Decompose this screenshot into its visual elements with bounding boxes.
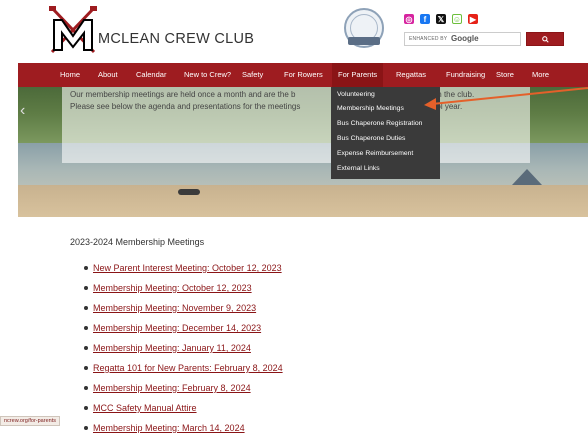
meeting-link[interactable]: Membership Meeting: March 14, 2024 [93,423,245,433]
meeting-link[interactable]: Membership Meeting: January 11, 2024 [93,343,251,353]
meeting-link[interactable]: Regatta 101 for New Parents: February 8,… [93,363,283,373]
list-item: New Parent Interest Meeting: October 12,… [84,258,283,278]
list-item: Membership Meeting: November 9, 2023 [84,298,283,318]
meeting-link[interactable]: Membership Meeting: December 14, 2023 [93,323,261,333]
list-item: Membership Meeting: January 11, 2024 [84,338,283,358]
list-item: Membership Meeting: December 14, 2023 [84,318,283,338]
page-title: 2023-2024 Membership Meetings [70,237,205,247]
meeting-link[interactable]: MCC Safety Manual Attire [93,403,197,413]
list-item: Membership Meeting: October 12, 2023 [84,278,283,298]
list-item: MCC Safety Manual Attire [84,398,283,418]
list-item: Membership Meeting: March 14, 2024 [84,418,283,438]
meeting-link[interactable]: Membership Meeting: November 9, 2023 [93,303,256,313]
list-item: Membership Meeting: February 8, 2024 [84,378,283,398]
meeting-list: New Parent Interest Meeting: October 12,… [84,258,283,438]
status-bar-url: ncrew.org/for-parents [0,416,60,426]
meeting-link[interactable]: Membership Meeting: October 12, 2023 [93,283,252,293]
meeting-link[interactable]: Membership Meeting: February 8, 2024 [93,383,251,393]
list-item: Regatta 101 for New Parents: February 8,… [84,358,283,378]
meeting-link[interactable]: New Parent Interest Meeting: October 12,… [93,263,282,273]
